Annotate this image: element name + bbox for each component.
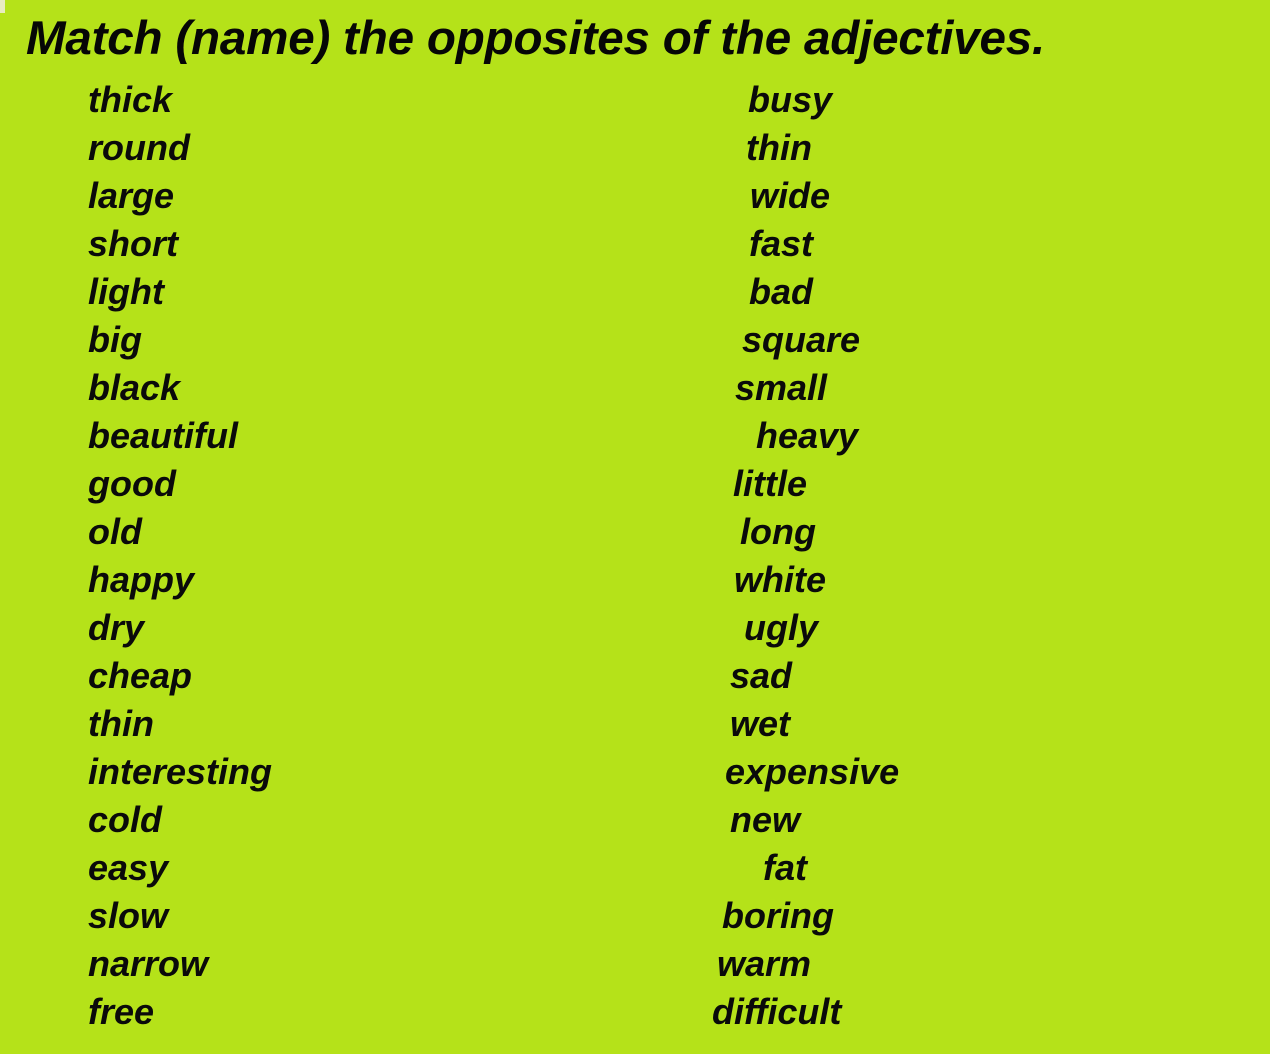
adjective-item[interactable]: thick (64, 76, 624, 124)
adjective-item[interactable]: cold (64, 796, 624, 844)
opposite-item[interactable]: busy (660, 76, 1220, 124)
adjective-item[interactable]: slow (64, 892, 624, 940)
word-label: black (88, 367, 181, 408)
worksheet-page: Match (name) the opposites of the adject… (0, 0, 1270, 1054)
word-label: thick (88, 79, 173, 120)
word-label: old (88, 511, 142, 552)
opposite-item[interactable]: fast (660, 220, 1220, 268)
opposite-item[interactable]: little (660, 460, 1220, 508)
adjective-item[interactable]: cheap (64, 652, 624, 700)
word-label: good (88, 463, 176, 504)
adjective-item[interactable]: round (64, 124, 624, 172)
word-label: fat (763, 847, 807, 888)
word-label: bad (749, 271, 814, 312)
corner-scan-artifact (0, 0, 5, 13)
word-label: cold (88, 799, 163, 840)
opposites-column: busy thin wide fast bad square small heavy littl… (660, 76, 1220, 1036)
opposite-item[interactable]: small (660, 364, 1220, 412)
word-label: busy (748, 79, 833, 120)
adjective-item[interactable]: free (64, 988, 624, 1036)
word-label: square (742, 319, 861, 360)
word-label: wide (750, 175, 831, 216)
adjective-item[interactable]: interesting (64, 748, 624, 796)
word-label: warm (717, 943, 812, 984)
word-label: cheap (88, 655, 193, 696)
opposite-item[interactable]: expensive (660, 748, 1220, 796)
opposite-item[interactable]: ugly (660, 604, 1220, 652)
opposite-item[interactable]: wide (660, 172, 1220, 220)
opposite-item[interactable]: warm (660, 940, 1220, 988)
word-label: expensive (725, 751, 900, 792)
word-label: boring (722, 895, 834, 936)
word-label: thin (746, 127, 812, 168)
word-label: light (88, 271, 164, 312)
adjective-item[interactable]: black (64, 364, 624, 412)
adjective-item[interactable]: beautiful (64, 412, 624, 460)
word-label: white (734, 559, 827, 600)
adjective-item[interactable]: good (64, 460, 624, 508)
word-label: heavy (756, 415, 859, 456)
adjective-item[interactable]: dry (64, 604, 624, 652)
word-label: beautiful (88, 415, 238, 456)
opposite-item[interactable]: bad (660, 268, 1220, 316)
opposite-item[interactable]: boring (660, 892, 1220, 940)
opposite-item[interactable]: heavy (660, 412, 1220, 460)
opposite-item[interactable]: thin (660, 124, 1220, 172)
word-label: thin (88, 703, 154, 744)
word-label: slow (88, 895, 169, 936)
opposite-item[interactable]: new (660, 796, 1220, 844)
adjective-item[interactable]: big (64, 316, 624, 364)
word-label: wet (730, 703, 791, 744)
adjectives-column: thick round large short light big black beautif… (64, 76, 624, 1036)
page-title: Match (name) the opposites of the adject… (26, 11, 1046, 64)
adjective-item[interactable]: short (64, 220, 624, 268)
opposite-item[interactable]: square (660, 316, 1220, 364)
word-label: happy (88, 559, 195, 600)
adjective-item[interactable]: thin (64, 700, 624, 748)
word-label: dry (88, 607, 145, 648)
word-columns: thick round large short light big black beautif… (0, 76, 1270, 1054)
adjective-item[interactable]: large (64, 172, 624, 220)
word-label: big (88, 319, 142, 360)
opposite-item[interactable]: long (660, 508, 1220, 556)
word-label: little (733, 463, 808, 504)
word-label: sad (730, 655, 793, 696)
word-label: long (740, 511, 816, 552)
word-label: large (88, 175, 175, 216)
word-label: narrow (88, 943, 209, 984)
adjective-item[interactable]: narrow (64, 940, 624, 988)
word-label: short (88, 223, 178, 264)
word-label: interesting (88, 751, 273, 792)
adjective-item[interactable]: old (64, 508, 624, 556)
opposite-item[interactable]: sad (660, 652, 1220, 700)
adjective-item[interactable]: easy (64, 844, 624, 892)
opposite-item[interactable]: wet (660, 700, 1220, 748)
opposite-item[interactable]: fat (660, 844, 1220, 892)
word-label: free (88, 991, 155, 1032)
word-label: difficult (712, 991, 842, 1032)
word-label: round (88, 127, 190, 168)
adjective-item[interactable]: happy (64, 556, 624, 604)
adjective-item[interactable]: light (64, 268, 624, 316)
word-label: new (730, 799, 801, 840)
word-label: small (735, 367, 828, 408)
opposite-item[interactable]: white (660, 556, 1220, 604)
opposite-item[interactable]: difficult (660, 988, 1220, 1036)
word-label: easy (88, 847, 169, 888)
word-label: ugly (744, 607, 819, 648)
word-label: fast (749, 223, 814, 264)
